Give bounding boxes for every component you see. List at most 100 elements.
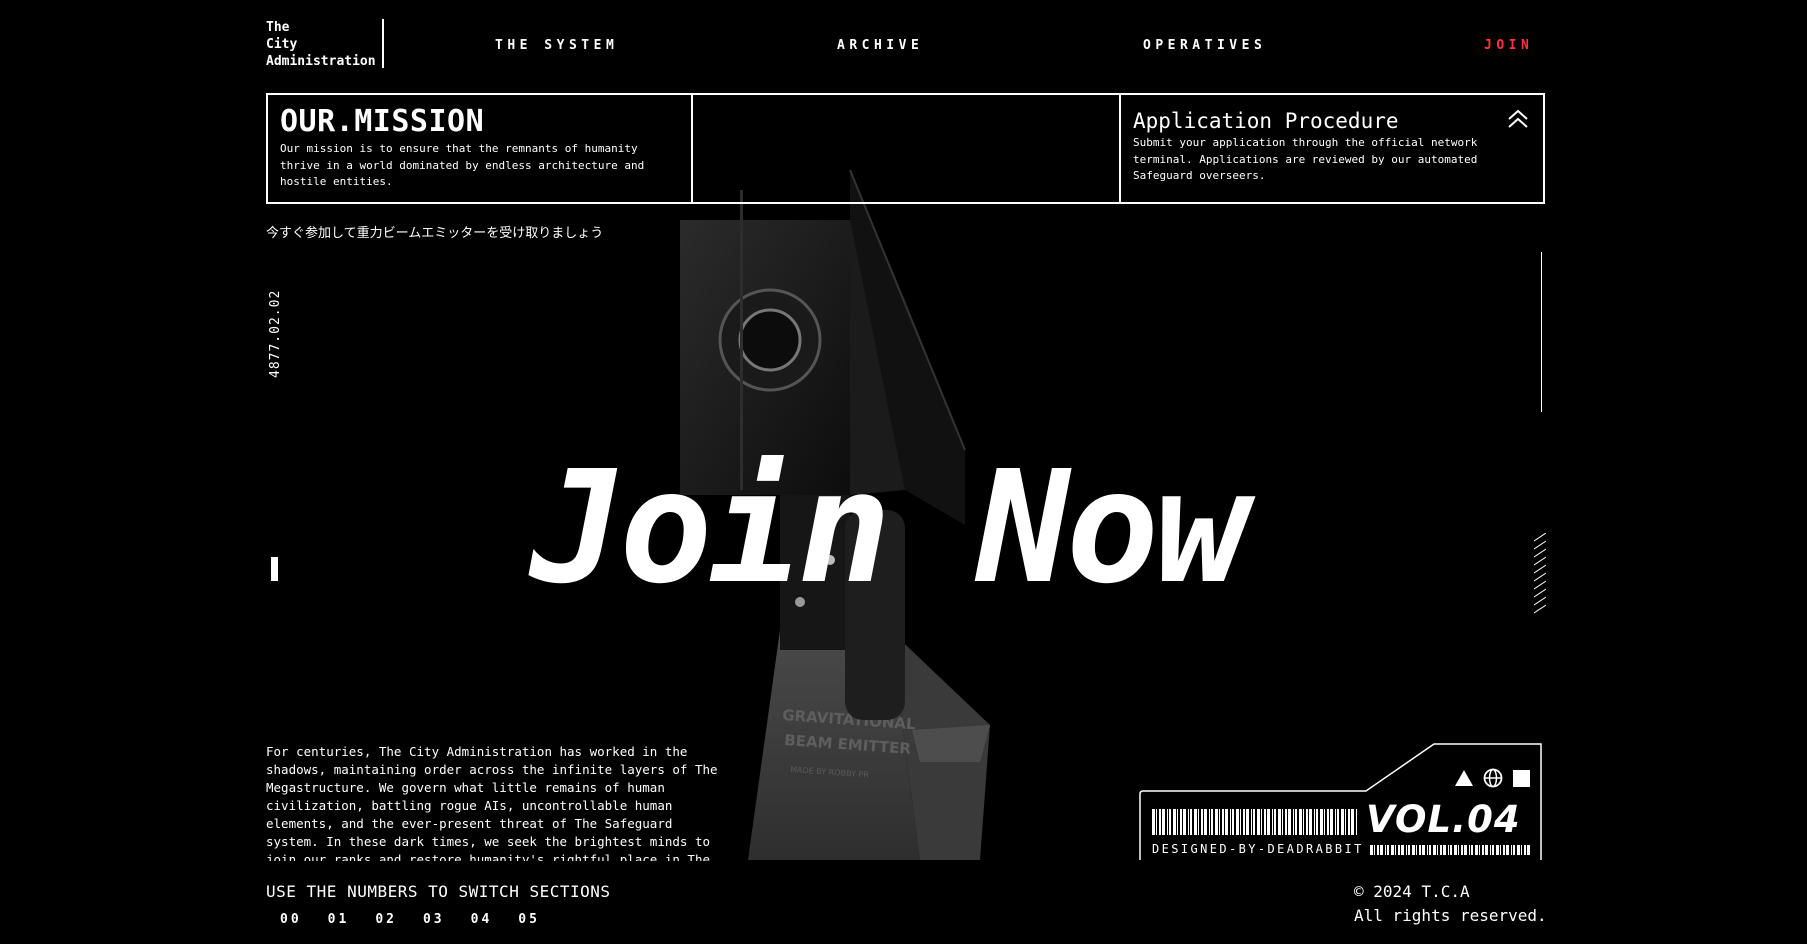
page: The City Administration THE SYSTEM ARCHI… [0, 0, 1807, 944]
barcode-bar [1201, 809, 1203, 835]
barcode-bar [1306, 809, 1308, 835]
date-stamp: 4877.02.02 [268, 289, 283, 378]
site-logo[interactable]: The City Administration [266, 19, 384, 69]
barcode-bar [1295, 809, 1297, 835]
hatch-lines-icon [1534, 533, 1546, 614]
barcode-bar [1324, 809, 1325, 835]
barcode-bar [1380, 845, 1383, 855]
application-text: Submit your application through the offi… [1133, 136, 1478, 182]
barcode-bar [1422, 845, 1425, 855]
barcode-bar [1236, 809, 1239, 835]
barcode-graphic [1152, 809, 1357, 835]
volume-badge: VOL.04 DESIGNED-BY-DEADRABBIT [1138, 742, 1544, 860]
barcode-bar [1156, 809, 1157, 835]
barcode-bar [1471, 845, 1473, 855]
application-title: Application Procedure [1133, 109, 1399, 133]
barcode-bar [1225, 809, 1228, 835]
barcode-bar [1527, 845, 1530, 855]
section-number-01[interactable]: 01 [328, 912, 350, 927]
nav-link-the-system[interactable]: THE SYSTEM [495, 38, 618, 53]
globe-icon [1483, 768, 1503, 788]
barcode-bar [1253, 809, 1255, 835]
barcode-bar [1517, 845, 1520, 855]
barcode-bar [1419, 845, 1421, 855]
barcode-bar [1194, 809, 1197, 835]
copyright-line: © 2024 T.C.A [1354, 882, 1470, 901]
barcode-bar [1230, 809, 1231, 835]
barcode-bar [1513, 845, 1515, 855]
info-strip: OUR.MISSION Our mission is to ensure tha… [266, 93, 1545, 204]
section-number-03[interactable]: 03 [423, 912, 445, 927]
barcode-bar [1299, 809, 1302, 835]
triangle-icon [1455, 770, 1473, 786]
barcode-bar [1500, 845, 1501, 855]
empty-panel [693, 95, 1121, 202]
barcode-bar [1188, 809, 1189, 835]
barcode-bar [1479, 845, 1480, 855]
barcode-bar [1464, 845, 1467, 855]
barcode-bar [1272, 809, 1273, 835]
section-number-00[interactable]: 00 [280, 912, 302, 927]
barcode-bar [1222, 809, 1224, 835]
barcode-bar [1496, 845, 1499, 855]
barcode-bar [1198, 809, 1199, 835]
barcode-bar [1243, 809, 1245, 835]
barcode-bar [1391, 845, 1394, 855]
barcode-bar [1204, 809, 1207, 835]
section-number-05[interactable]: 05 [518, 912, 540, 927]
barcode-bar [1327, 809, 1329, 835]
barcode-bar [1162, 809, 1165, 835]
barcode-bar [1370, 845, 1373, 855]
barcode-bar [1482, 845, 1484, 855]
barcode-bar [1398, 845, 1400, 855]
barcode-bar [1152, 809, 1155, 835]
barcode-bar [1450, 845, 1452, 855]
nav-link-archive[interactable]: ARCHIVE [837, 38, 923, 53]
barcode-bar [1348, 809, 1350, 835]
history-paragraph: For centuries, The City Administration h… [266, 744, 718, 861]
barcode-bar [1490, 845, 1491, 855]
barcode-bar [1167, 809, 1168, 835]
barcode-bar [1180, 809, 1182, 835]
barcode-bar [1232, 809, 1234, 835]
barcode-bar [1385, 845, 1386, 855]
barcode-bar [1159, 809, 1161, 835]
barcode-bar [1209, 809, 1210, 835]
section-number-02[interactable]: 02 [375, 912, 397, 927]
decorative-divider [1541, 252, 1542, 412]
barcode-bar [1293, 809, 1294, 835]
barcode-bar [1492, 845, 1494, 855]
section-number-04[interactable]: 04 [471, 912, 493, 927]
barcode-bar [1427, 845, 1428, 855]
barcode-bar [1320, 809, 1323, 835]
barcode-bar [1395, 845, 1396, 855]
barcode-bar [1246, 809, 1249, 835]
barcode-bar [1264, 809, 1266, 835]
nav-link-join[interactable]: JOIN [1484, 38, 1533, 53]
barcode-bar [1485, 845, 1488, 855]
barcode-bar [1345, 809, 1346, 835]
hero-title[interactable]: Join Now [530, 448, 1330, 608]
barcode-bar [1387, 845, 1389, 855]
barcode-bar [1316, 809, 1318, 835]
section-switch-hint: USE THE NUMBERS TO SWITCH SECTIONS [266, 882, 611, 901]
barcode-bar [1454, 845, 1457, 855]
barcode-bar [1285, 809, 1287, 835]
chevron-up-icon[interactable] [1507, 109, 1529, 129]
barcode-bar [1190, 809, 1192, 835]
section-number-nav: 00 01 02 03 04 05 [280, 912, 540, 927]
barcode-bar [1211, 809, 1213, 835]
barcode-bar [1351, 809, 1354, 835]
barcode-bar [1314, 809, 1315, 835]
barcode-bar [1282, 809, 1283, 835]
barcode-bar [1506, 845, 1509, 855]
logo-line: Administration [266, 54, 376, 69]
volume-label: VOL.04 [1366, 798, 1521, 841]
barcode-bar [1377, 845, 1379, 855]
barcode-bar [1330, 809, 1333, 835]
barcode-bar [1440, 845, 1442, 855]
nav-link-operatives[interactable]: OPERATIVES [1143, 38, 1266, 53]
barcode-bar [1337, 809, 1339, 835]
badge-icons [1455, 768, 1530, 788]
decorative-tick [271, 557, 278, 581]
